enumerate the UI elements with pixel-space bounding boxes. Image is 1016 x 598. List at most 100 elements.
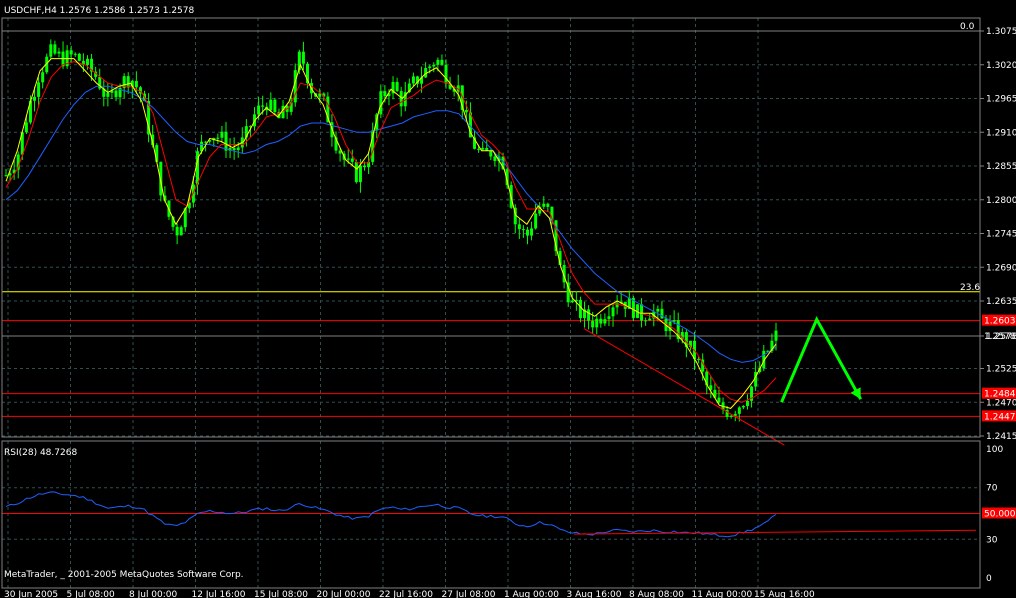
price-panel-frame	[1, 17, 981, 438]
candle-body	[363, 165, 367, 168]
chart-title: USDCHF,H4 1.2576 1.2586 1.2573 1.2578	[4, 6, 194, 16]
candle-body	[69, 50, 73, 55]
forecast-arrow	[780, 315, 863, 403]
x-tick-label: 30 Jun 2005	[4, 590, 58, 598]
candle-body	[546, 203, 550, 207]
candle-body	[57, 51, 61, 54]
candle-body	[640, 304, 644, 321]
x-tick-label: 3 Aug 16:00	[567, 590, 622, 598]
candle-body	[774, 330, 778, 341]
candle-body	[106, 92, 110, 97]
y-tick-label: 1.2690	[986, 263, 1016, 273]
candle-body	[73, 53, 77, 55]
candle-body	[656, 308, 660, 312]
ma-fast-line	[5, 58, 777, 409]
candle-body	[358, 165, 362, 183]
y-tick-label: 1.2745	[986, 230, 1016, 240]
axes: 30 Jun 2005 5 Jul 08:00 8 Jul 00:00 12 Jul …	[1, 17, 1016, 598]
candle-body	[114, 90, 118, 98]
ma-mid-line	[5, 61, 777, 403]
y-tick-label: 1.2635	[986, 297, 1016, 307]
candle-body	[224, 131, 228, 151]
candle-body	[33, 96, 37, 101]
x-tick-label: 1 Aug 00:00	[504, 590, 559, 598]
candle-body	[411, 76, 415, 84]
y-tick-label: 1.2470	[986, 398, 1016, 408]
candle-body	[383, 91, 387, 97]
candle-body	[53, 44, 57, 54]
candle-body	[301, 51, 305, 64]
candle-body	[611, 307, 615, 317]
candle-body	[134, 80, 138, 88]
y-tick-label: 1.2965	[986, 95, 1016, 105]
candle-body	[155, 145, 159, 162]
moving-averages	[5, 58, 777, 409]
candle-body	[440, 59, 444, 65]
candle-body	[346, 158, 350, 160]
candle-body	[481, 147, 485, 150]
candle-body	[126, 76, 130, 88]
candle-body	[697, 359, 701, 361]
candle-body	[204, 141, 208, 143]
candle-body	[534, 213, 538, 229]
candle-body	[37, 82, 41, 97]
candle-body	[216, 137, 220, 139]
candle-body	[41, 72, 45, 83]
candle-body	[257, 105, 261, 115]
candle-body	[648, 318, 652, 321]
x-tick-label: 15 Aug 16:00	[754, 590, 815, 598]
rsi-title: RSI(28) 48.7268	[4, 448, 77, 458]
candle-body	[428, 66, 432, 69]
chart-canvas: 0.023.61.26031.25781.24841.2447 50.0000 …	[1, 6, 1016, 598]
fib-level-label: 23.6	[960, 283, 980, 293]
candle-body	[489, 150, 493, 157]
candle-body	[4, 175, 8, 177]
candle-body	[542, 203, 546, 207]
y-tick-label: 1.2800	[986, 196, 1016, 206]
candle-body	[436, 59, 440, 65]
y-tick-label: 1.3075	[986, 27, 1016, 37]
x-tick-label: 5 Jul 08:00	[67, 590, 116, 598]
y-tick-label: 1.2525	[986, 365, 1016, 375]
candle-body	[444, 64, 448, 84]
x-tick-label: 15 Jul 08:00	[254, 590, 308, 598]
candle-body	[175, 226, 179, 236]
price-level-lines: 0.023.61.26031.25781.24841.2447	[2, 22, 1016, 422]
candle-body	[395, 81, 399, 92]
y-tick-label: 1.2855	[986, 162, 1016, 172]
y-tick-label: 1.2578	[986, 332, 1016, 342]
copyright-text: MetaTrader, _ 2001-2005 MetaQuotes Softw…	[4, 570, 244, 580]
x-tick-label: 8 Jul 00:00	[129, 590, 178, 598]
candle-body	[236, 147, 240, 151]
rsi-series: 50.0000	[2, 491, 1016, 538]
candle-body	[737, 407, 741, 414]
x-tick-label: 22 Jul 16:00	[379, 590, 433, 598]
candle-body	[432, 64, 436, 67]
candle-body	[269, 99, 273, 111]
candle-body	[660, 308, 664, 319]
candle-body	[350, 158, 354, 162]
rsi-y-tick-label: 70	[986, 484, 998, 494]
rsi-y-tick-label: 0	[986, 574, 992, 584]
candlestick-series	[4, 39, 778, 422]
candle-body	[530, 228, 534, 236]
candle-body	[595, 318, 599, 328]
candle-body	[745, 400, 749, 406]
candle-body	[379, 91, 383, 115]
candle-body	[354, 161, 358, 183]
candle-body	[49, 44, 53, 57]
rsi-y-tick-label: 30	[986, 535, 998, 545]
candle-body	[717, 397, 721, 403]
candle-body	[273, 99, 277, 113]
candle-body	[220, 131, 224, 138]
y-tick-label: 1.2910	[986, 128, 1016, 138]
x-tick-label: 8 Aug 08:00	[629, 590, 684, 598]
rsi-line	[5, 491, 777, 538]
candle-body	[603, 319, 607, 324]
annotations	[583, 315, 863, 446]
x-tick-label: 27 Jul 08:00	[442, 590, 496, 598]
candle-body	[261, 105, 265, 107]
candle-body	[232, 148, 236, 151]
fib-level-label: 0.0	[960, 22, 975, 32]
candle-body	[521, 229, 525, 231]
